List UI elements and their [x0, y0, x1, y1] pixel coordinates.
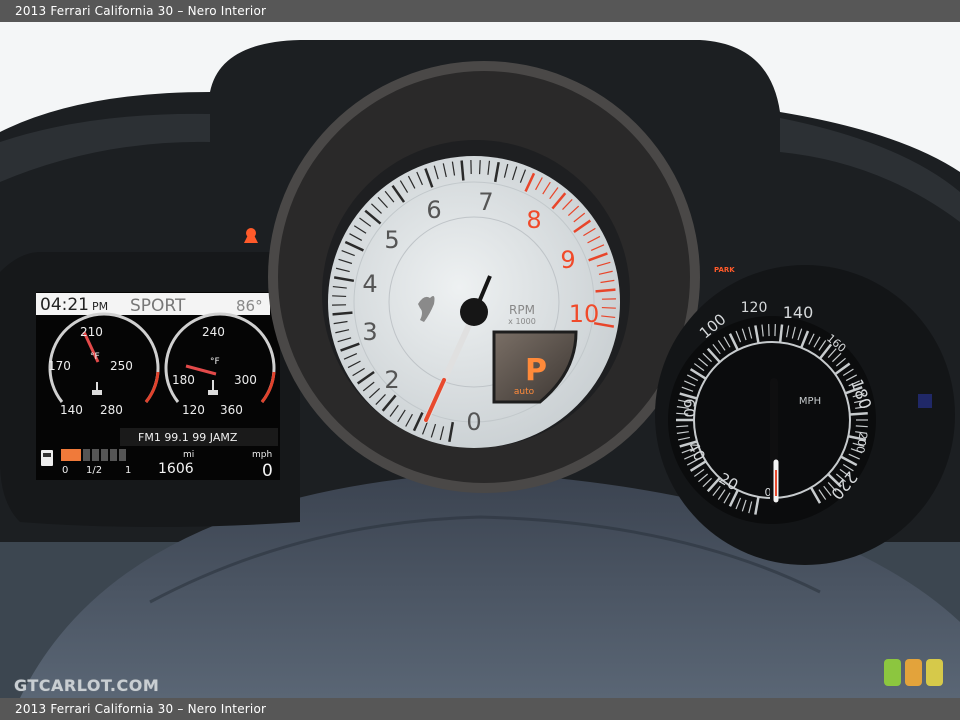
tacho-number: 4	[362, 270, 377, 298]
gauge-unit: °F	[210, 357, 220, 367]
gauge-tick	[460, 160, 465, 181]
gauge-unit: °F	[90, 352, 100, 362]
gear-indicator: P	[525, 353, 547, 388]
fuel-label: 1/2	[86, 465, 102, 476]
fuel-label: 0	[62, 465, 68, 476]
speedo-number: 120	[741, 300, 768, 316]
photo: 04:21 PM SPORT 86° 210 170 250 140 280 °…	[0, 22, 960, 698]
tacho-hub	[460, 298, 488, 326]
gauge-label: 180	[172, 373, 195, 387]
tacho-number: 2	[384, 366, 399, 394]
gauge-label: 170	[48, 359, 71, 373]
gauge-tick	[478, 160, 481, 175]
gauge-label: 280	[100, 403, 123, 417]
green-badge	[884, 659, 901, 686]
odometer: 1606	[158, 461, 194, 477]
fuel-pump-icon	[41, 450, 53, 466]
gauge-tick	[855, 425, 868, 428]
tacho-number-redline: 8	[526, 206, 541, 234]
speedo-number: 140	[783, 303, 814, 322]
orange-badge	[905, 659, 922, 686]
rpm-label: RPM	[509, 303, 535, 317]
gauge-label: 360	[220, 403, 243, 417]
gauge-label: 210	[80, 325, 103, 339]
tacho-number: 7	[478, 188, 493, 216]
speedo-unit: MPH	[799, 396, 821, 407]
outside-temp: 86°	[236, 297, 263, 315]
info-display: 04:21 PM SPORT 86° 210 170 250 140 280 °…	[36, 292, 280, 481]
tacho-number-redline: 10	[569, 300, 600, 328]
gauge-tick	[595, 288, 616, 293]
gear-mode: auto	[514, 387, 535, 397]
color-badges	[884, 659, 946, 687]
gauge-tick	[332, 311, 353, 316]
tachometer: 0 2 3 4 5 6 7 8 9 10 RPM x 1000 P auto	[328, 156, 620, 448]
clock: 04:21	[40, 295, 89, 315]
radio-station: FM1 99.1 99 JAMZ	[138, 431, 238, 444]
fuel-label: 1	[125, 465, 131, 476]
rpm-unit: x 1000	[508, 317, 536, 326]
gauge-tick	[676, 425, 689, 428]
gauge-label: 240	[202, 325, 225, 339]
caption-text: 2013 Ferrari California 30 – Nero Interi…	[15, 702, 267, 716]
watermark: GTCARLOT.COM	[14, 676, 160, 695]
yellow-badge	[926, 659, 943, 686]
tacho-number: 0	[466, 408, 481, 436]
digital-speed: 0	[262, 461, 273, 481]
tacho-number: 6	[426, 196, 441, 224]
gauge-label: 250	[110, 359, 133, 373]
clock-ampm: PM	[92, 300, 108, 313]
caption-bar-bottom: 2013 Ferrari California 30 – Nero Interi…	[0, 698, 960, 720]
odometer-unit: mi	[183, 450, 194, 460]
speed-unit: mph	[252, 450, 272, 460]
gauge-label: 300	[234, 373, 257, 387]
gauge-tick	[849, 412, 868, 416]
park-brake-indicator: PARK	[714, 266, 735, 274]
gauge-label: 140	[60, 403, 83, 417]
tacho-number-redline: 9	[560, 246, 575, 274]
drive-mode: SPORT	[130, 296, 186, 316]
caption-bar-top: 2013 Ferrari California 30 – Nero Interi…	[0, 0, 960, 22]
gauge-tick	[601, 306, 616, 309]
gauge-tick	[332, 295, 347, 298]
gauge-label: 120	[182, 403, 205, 417]
speedo-number: 60	[680, 398, 698, 417]
tacho-number: 5	[384, 226, 399, 254]
caption-text: 2013 Ferrari California 30 – Nero Interi…	[15, 4, 267, 18]
tacho-number: 3	[362, 318, 377, 346]
